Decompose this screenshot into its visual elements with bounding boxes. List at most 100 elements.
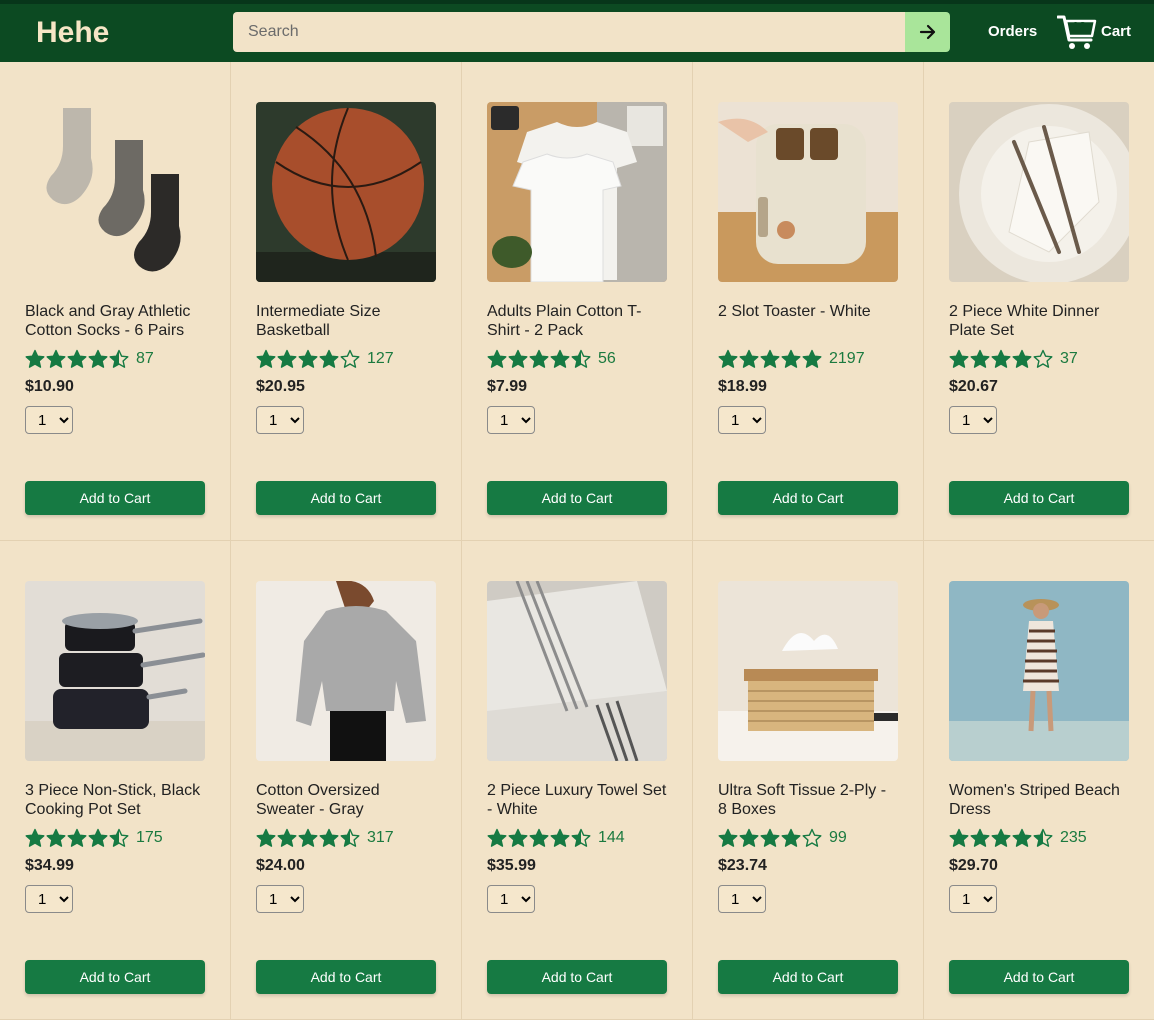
add-to-cart-button[interactable]: Add to Cart [949,481,1129,515]
star-full-icon [67,828,87,847]
product-name[interactable]: Intermediate Size Basketball [256,302,436,340]
product-card: Women's Striped Beach Dress 235 $29.70 1… [924,541,1154,1020]
product-price: $34.99 [25,857,74,874]
quantity-select[interactable]: 1 [256,406,304,434]
product-name[interactable]: Cotton Oversized Sweater - Gray [256,781,436,819]
quantity-select[interactable]: 1 [487,406,535,434]
product-card: 2 Piece White Dinner Plate Set 37 $20.67… [924,62,1154,541]
product-card: 2 Piece Luxury Towel Set - White 144 $35… [462,541,693,1020]
star-half-icon [109,349,129,368]
add-to-cart-button[interactable]: Add to Cart [25,481,205,515]
star-half-icon [1033,828,1053,847]
sweater-image[interactable] [256,581,436,761]
star-full-icon [760,349,780,368]
quantity-select[interactable]: 1 [487,885,535,913]
quantity-select[interactable]: 1 [949,885,997,913]
star-full-icon [277,349,297,368]
tissue-box-image[interactable] [718,581,898,761]
add-to-cart-button[interactable]: Add to Cart [949,960,1129,994]
rating-row: 2197 [718,349,898,369]
star-full-icon [718,349,738,368]
product-name[interactable]: 3 Piece Non-Stick, Black Cooking Pot Set [25,781,205,819]
star-full-icon [298,828,318,847]
socks-image[interactable] [25,102,205,282]
rating-stars [487,828,592,848]
star-full-icon [1012,349,1032,368]
quantity-select[interactable]: 1 [256,885,304,913]
rating-count[interactable]: 37 [1060,350,1078,368]
rating-count[interactable]: 144 [598,829,625,847]
quantity-select[interactable]: 1 [718,406,766,434]
rating-row: 56 [487,349,667,369]
star-full-icon [256,349,276,368]
rating-count[interactable]: 99 [829,829,847,847]
star-full-icon [970,828,990,847]
star-full-icon [508,349,528,368]
rating-stars [487,349,592,369]
quantity-select[interactable]: 1 [949,406,997,434]
rating-count[interactable]: 235 [1060,829,1087,847]
product-price: $10.90 [25,378,74,395]
toaster-image[interactable] [718,102,898,282]
product-price: $24.00 [256,857,305,874]
product-price: $23.74 [718,857,767,874]
orders-link[interactable]: Orders [988,23,1037,40]
rating-stars [718,828,823,848]
star-full-icon [88,828,108,847]
site-logo[interactable]: Hehe [36,16,109,50]
star-full-icon [718,828,738,847]
tshirt-image[interactable] [487,102,667,282]
product-name[interactable]: 2 Slot Toaster - White [718,302,898,340]
quantity-select[interactable]: 1 [25,885,73,913]
star-full-icon [739,349,759,368]
add-to-cart-button[interactable]: Add to Cart [25,960,205,994]
plate-image[interactable] [949,102,1129,282]
product-name[interactable]: 2 Piece Luxury Towel Set - White [487,781,667,819]
star-full-icon [46,349,66,368]
star-half-icon [340,828,360,847]
cooking-pot-image[interactable] [25,581,205,761]
arrow-right-icon [919,24,935,40]
add-to-cart-button[interactable]: Add to Cart [256,481,436,515]
beach-dress-image[interactable] [949,581,1129,761]
quantity-select[interactable]: 1 [25,406,73,434]
rating-count[interactable]: 127 [367,350,394,368]
star-empty-icon [340,349,360,368]
product-name[interactable]: Ultra Soft Tissue 2-Ply - 8 Boxes [718,781,898,819]
rating-row: 37 [949,349,1129,369]
product-card: Adults Plain Cotton T-Shirt - 2 Pack 56 … [462,62,693,541]
cart-link[interactable]: 12 Cart [1057,12,1137,54]
rating-stars [256,349,361,369]
rating-count[interactable]: 56 [598,350,616,368]
star-empty-icon [802,828,822,847]
add-to-cart-button[interactable]: Add to Cart [487,960,667,994]
star-full-icon [550,828,570,847]
add-to-cart-button[interactable]: Add to Cart [487,481,667,515]
quantity-select[interactable]: 1 [718,885,766,913]
search-input[interactable] [233,12,905,52]
product-name[interactable]: Adults Plain Cotton T-Shirt - 2 Pack [487,302,667,340]
star-full-icon [949,828,969,847]
product-name[interactable]: Women's Striped Beach Dress [949,781,1129,819]
search-bar [233,12,950,52]
rating-count[interactable]: 175 [136,829,163,847]
search-button[interactable] [905,12,950,52]
star-full-icon [298,349,318,368]
star-full-icon [487,828,507,847]
rating-row: 144 [487,828,667,848]
add-to-cart-button[interactable]: Add to Cart [718,481,898,515]
rating-row: 127 [256,349,436,369]
add-to-cart-button[interactable]: Add to Cart [718,960,898,994]
rating-count[interactable]: 2197 [829,350,865,368]
rating-row: 87 [25,349,205,369]
add-to-cart-button[interactable]: Add to Cart [256,960,436,994]
product-name[interactable]: 2 Piece White Dinner Plate Set [949,302,1129,340]
star-full-icon [529,349,549,368]
basketball-image[interactable] [256,102,436,282]
product-name[interactable]: Black and Gray Athletic Cotton Socks - 6… [25,302,205,340]
towel-image[interactable] [487,581,667,761]
star-full-icon [991,349,1011,368]
rating-count[interactable]: 317 [367,829,394,847]
rating-count[interactable]: 87 [136,350,154,368]
star-full-icon [319,349,339,368]
